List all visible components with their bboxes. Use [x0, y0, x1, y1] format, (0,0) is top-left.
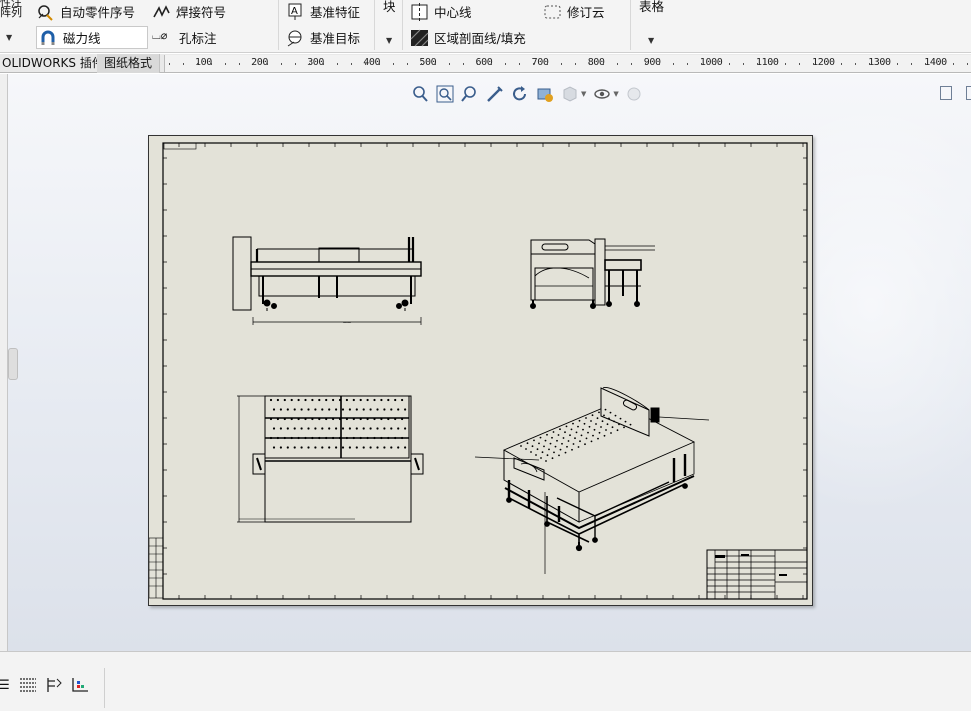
- ruler-tick-label: 1200: [812, 57, 835, 68]
- config-manager-icon[interactable]: [44, 676, 64, 694]
- zoom-area-icon[interactable]: [435, 85, 454, 104]
- drawing-canvas: ——: [149, 142, 808, 600]
- zoom-fit-icon[interactable]: [410, 85, 429, 104]
- balloon-icon: [36, 3, 55, 21]
- cloud-icon: [543, 3, 562, 21]
- dimxpert-icon[interactable]: [70, 676, 90, 694]
- pattern-annotation-button[interactable]: 性注 阵列: [0, 0, 22, 18]
- magnet-icon: [39, 29, 58, 47]
- appearance-icon[interactable]: [625, 85, 644, 104]
- chevron-down-icon[interactable]: ▼: [613, 90, 618, 98]
- datum-target-button[interactable]: 基准目标: [286, 28, 360, 47]
- area-hatch-button[interactable]: 区域剖面线/填充: [410, 28, 526, 47]
- datum-target-label: 基准目标: [310, 31, 361, 46]
- hole-callout-icon: ⌴⌀: [152, 28, 168, 42]
- left-panel-edge[interactable]: [0, 74, 8, 651]
- zoom-in-out-icon[interactable]: [460, 85, 479, 104]
- ruler-tick-label: 1100: [756, 57, 779, 68]
- chevron-down-icon[interactable]: ▼: [386, 36, 392, 45]
- property-grid-icon[interactable]: [18, 676, 38, 694]
- command-ribbon: 性注 阵列 ▼ 自动零件序号 焊接符号 磁力线 ⌴⌀ 孔标注 A 基准特征 基准…: [0, 0, 971, 53]
- heads-up-view-toolbar: ▼ ▼: [410, 84, 644, 104]
- block-button[interactable]: 块: [383, 0, 396, 15]
- pan-icon[interactable]: [485, 85, 504, 104]
- magnetic-line-label: 磁力线: [63, 31, 101, 46]
- hide-show-icon[interactable]: [592, 85, 611, 104]
- hole-callout-button[interactable]: ⌴⌀ 孔标注: [152, 28, 217, 47]
- panel-collapse-handle[interactable]: [8, 348, 18, 380]
- table-label: 表格: [639, 0, 665, 14]
- sheet-border: [162, 142, 808, 600]
- datum-feature-label: 基准特征: [310, 5, 361, 20]
- side-view: [530, 238, 655, 309]
- title-block: [706, 549, 808, 600]
- ruler-tick-label: 1300: [868, 57, 891, 68]
- hole-callout-label: 孔标注: [179, 31, 217, 46]
- pattern-label-bottom: 阵列: [0, 6, 22, 19]
- chevron-down-icon[interactable]: ▼: [648, 36, 654, 45]
- datum-target-icon: [286, 29, 305, 47]
- display-style-icon[interactable]: [560, 85, 579, 104]
- datum-feature-icon: A: [286, 3, 305, 21]
- rotate-icon[interactable]: [510, 85, 529, 104]
- svg-text:——: ——: [343, 320, 351, 325]
- revision-strip: [149, 537, 164, 599]
- weld-symbol-label: 焊接符号: [176, 5, 227, 20]
- table-button[interactable]: 表格: [639, 0, 664, 15]
- auto-balloon-label: 自动零件序号: [60, 5, 136, 20]
- drawing-sheet[interactable]: ——: [148, 135, 813, 606]
- datum-feature-button[interactable]: A 基准特征: [286, 2, 360, 21]
- ruler-tick-label: 1400: [924, 57, 947, 68]
- revision-cloud-label: 修订云: [567, 5, 605, 20]
- magnetic-line-button[interactable]: 磁力线: [36, 26, 148, 49]
- horizontal-ruler: 100 200 300 400 500 600 700 800 900 1000 1100 1200 1…: [164, 55, 971, 72]
- hatch-icon: [410, 29, 429, 47]
- weld-symbol-button[interactable]: 焊接符号: [152, 2, 226, 21]
- split-view-icon[interactable]: [940, 86, 952, 100]
- tile-view-icon[interactable]: [966, 86, 971, 100]
- bottom-panel: ☰: [0, 651, 971, 711]
- centerline-label: 中心线: [434, 5, 472, 20]
- revision-cloud-button[interactable]: 修订云: [543, 2, 605, 21]
- ruler-tick-label: 700: [531, 57, 549, 68]
- auto-balloon-button[interactable]: 自动零件序号: [36, 2, 135, 21]
- view-settings-icon[interactable]: [535, 85, 554, 104]
- isometric-view: [474, 387, 710, 574]
- weld-icon: [152, 3, 171, 21]
- tab-sheet-format[interactable]: 图纸格式: [97, 54, 161, 73]
- chevron-down-icon[interactable]: ▼: [581, 90, 586, 98]
- list-icon[interactable]: ☰: [0, 676, 14, 694]
- tab-solidworks-addins[interactable]: OLIDWORKS 插件: [0, 54, 112, 73]
- chevron-down-icon[interactable]: ▼: [6, 33, 12, 42]
- block-label: 块: [383, 0, 396, 14]
- centerline-icon: [410, 2, 429, 21]
- top-view: [237, 395, 424, 523]
- ruler-tick-label: 1000: [699, 57, 723, 68]
- front-view: ——: [232, 236, 422, 325]
- svg-text:A: A: [291, 6, 298, 17]
- centerline-button[interactable]: 中心线: [410, 2, 472, 21]
- area-hatch-label: 区域剖面线/填充: [434, 31, 526, 46]
- ruler-tick-label: 600: [475, 57, 493, 68]
